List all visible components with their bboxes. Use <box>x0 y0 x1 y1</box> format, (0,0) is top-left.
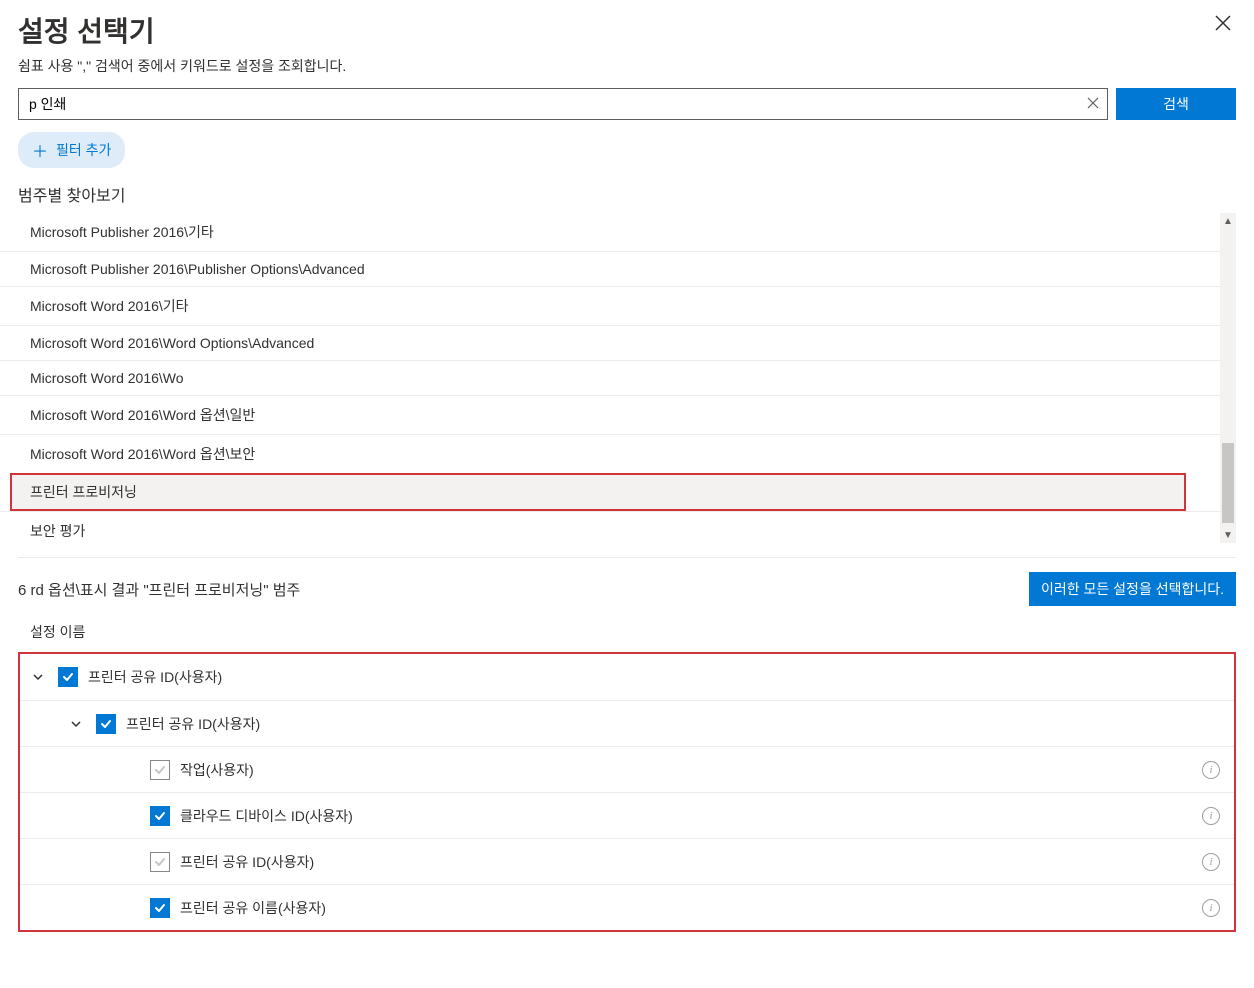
close-button[interactable] <box>1210 10 1236 39</box>
chevron-down-icon[interactable] <box>28 670 48 684</box>
column-header-name: 설정 이름 <box>0 616 1254 652</box>
search-input[interactable] <box>19 89 1079 119</box>
info-icon[interactable]: i <box>1202 761 1220 779</box>
checkbox-checked[interactable] <box>150 806 170 826</box>
category-item[interactable]: Microsoft Word 2016\Word 옵션\일반 <box>0 395 1220 434</box>
tree-row-label: 프린터 공유 ID(사용자) <box>88 667 1220 687</box>
category-item-selected[interactable]: 프린터 프로비저닝 <box>10 473 1186 511</box>
info-icon[interactable]: i <box>1202 899 1220 917</box>
category-item[interactable]: Microsoft Publisher 2016\기타 <box>0 213 1220 251</box>
category-item[interactable]: Microsoft Word 2016\Word 옵션\보안 <box>0 434 1220 473</box>
tree-row[interactable]: 클라우드 디바이스 ID(사용자) i <box>20 792 1234 838</box>
tree-row-label: 프린터 공유 이름(사용자) <box>180 898 1192 918</box>
chevron-down-icon[interactable] <box>66 717 86 731</box>
clear-icon <box>1087 97 1099 109</box>
close-icon <box>1214 14 1232 32</box>
tree-row-label: 프린터 공유 ID(사용자) <box>180 852 1192 872</box>
checkbox-partial[interactable] <box>150 760 170 780</box>
category-list[interactable]: Microsoft Publisher 2016\기타Microsoft Pub… <box>0 213 1220 543</box>
category-item[interactable]: Microsoft Word 2016\Wo <box>0 360 1220 395</box>
category-item[interactable]: Microsoft Publisher 2016\Publisher Optio… <box>0 251 1220 286</box>
tree-row-label: 작업(사용자) <box>180 760 1192 780</box>
category-item[interactable]: Microsoft Word 2016\기타 <box>0 286 1220 325</box>
browse-heading: 범주별 찾아보기 <box>18 182 1236 206</box>
tree-row-label: 프린터 공유 ID(사용자) <box>126 714 1220 734</box>
info-icon[interactable]: i <box>1202 807 1220 825</box>
tree-row[interactable]: 프린터 공유 이름(사용자) i <box>20 884 1234 930</box>
checkbox-partial[interactable] <box>150 852 170 872</box>
scroll-thumb[interactable] <box>1222 443 1234 523</box>
scroll-up-icon[interactable]: ▲ <box>1220 213 1236 229</box>
select-all-button[interactable]: 이러한 모든 설정을 선택합니다. <box>1029 572 1236 606</box>
plus-icon: ＋ <box>32 138 48 162</box>
info-icon[interactable]: i <box>1202 853 1220 871</box>
tree-row[interactable]: 프린터 공유 ID(사용자) <box>20 654 1234 700</box>
tree-row[interactable]: 작업(사용자) i <box>20 746 1234 792</box>
search-button[interactable]: 검색 <box>1116 88 1236 120</box>
add-filter-label: 필터 추가 <box>56 140 111 160</box>
search-box <box>18 88 1108 120</box>
tree-row-label: 클라우드 디바이스 ID(사용자) <box>180 806 1192 826</box>
tree-row[interactable]: 프린터 공유 ID(사용자) <box>20 700 1234 746</box>
scrollbar[interactable]: ▲ ▼ <box>1220 213 1236 543</box>
checkbox-checked[interactable] <box>150 898 170 918</box>
category-item[interactable]: Microsoft Word 2016\Word Options\Advance… <box>0 325 1220 360</box>
page-title: 설정 선택기 <box>18 10 155 50</box>
add-filter-button[interactable]: ＋ 필터 추가 <box>18 132 125 168</box>
results-summary: 6 rd 옵션\표시 결과 "프린터 프로비저닝" 범주 <box>18 579 300 600</box>
page-subtitle: 쉼표 사용 "," 검색어 중에서 키워드로 설정을 조회합니다. <box>0 56 1254 88</box>
scroll-down-icon[interactable]: ▼ <box>1220 527 1236 543</box>
checkbox-checked[interactable] <box>96 714 116 734</box>
checkbox-checked[interactable] <box>58 667 78 687</box>
settings-tree: 프린터 공유 ID(사용자)프린터 공유 ID(사용자)작업(사용자)i클라우드… <box>18 652 1236 932</box>
tree-row[interactable]: 프린터 공유 ID(사용자) i <box>20 838 1234 884</box>
category-item[interactable]: 보안 평가 <box>0 511 1220 543</box>
clear-search-button[interactable] <box>1079 96 1107 112</box>
